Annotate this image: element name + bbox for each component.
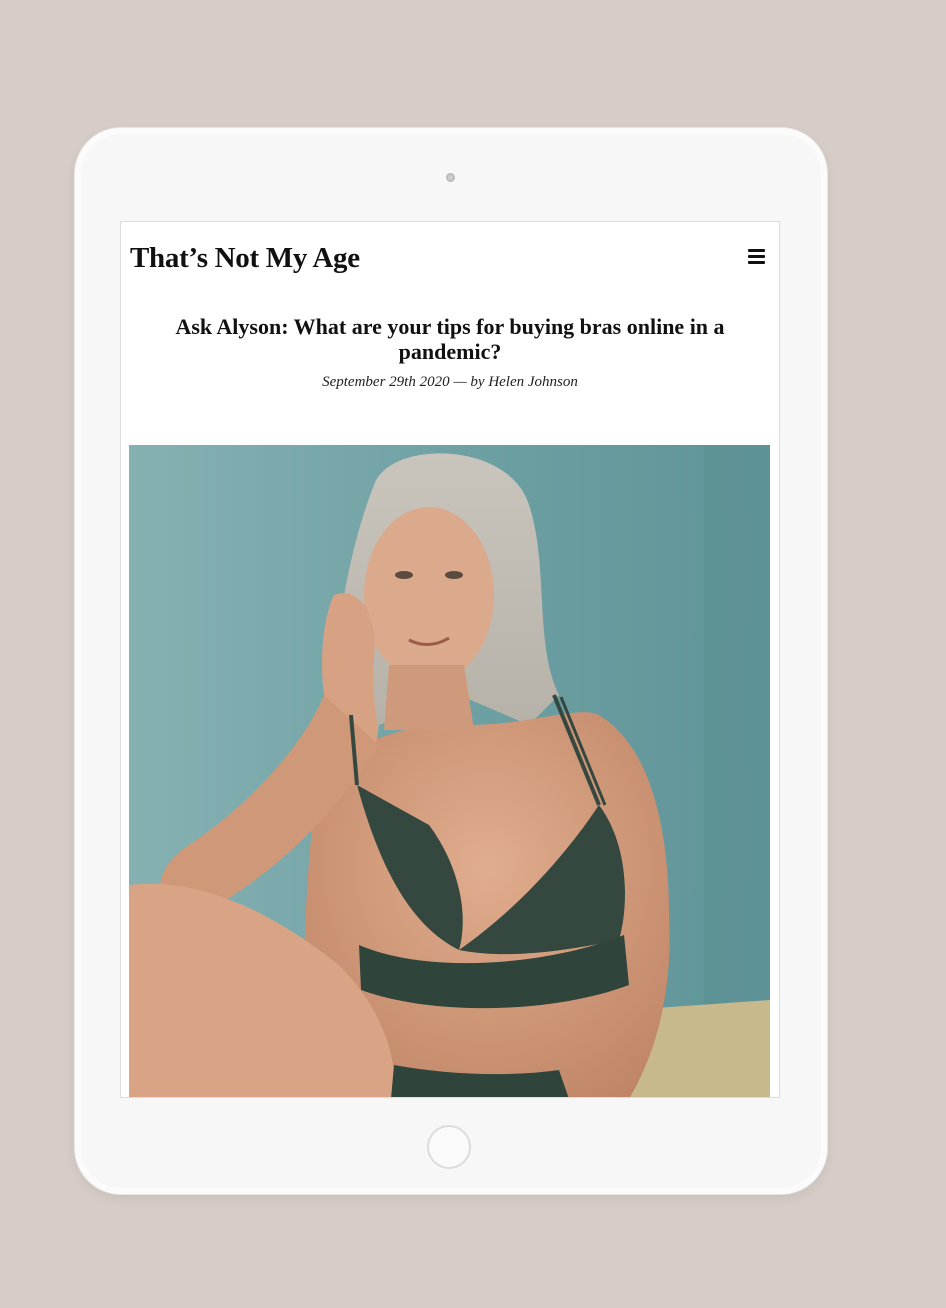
article-title: Ask Alyson: What are your tips for buyin… bbox=[175, 314, 725, 364]
tablet-device: That’s Not My Age Ask Alyson: What are y… bbox=[75, 128, 827, 1194]
site-title-link[interactable]: That’s Not My Age bbox=[130, 242, 360, 275]
hero-photo bbox=[129, 445, 770, 1097]
browser-screen: That’s Not My Age Ask Alyson: What are y… bbox=[120, 221, 780, 1098]
menu-line bbox=[748, 249, 765, 252]
home-button[interactable] bbox=[427, 1125, 471, 1169]
hamburger-menu-icon[interactable] bbox=[748, 249, 765, 264]
hero-image bbox=[129, 445, 770, 1097]
article-byline: September 29th 2020 — by Helen Johnson bbox=[322, 374, 578, 390]
front-camera bbox=[446, 173, 455, 182]
menu-line bbox=[748, 255, 765, 258]
site-header: That’s Not My Age bbox=[121, 222, 779, 298]
menu-line bbox=[748, 261, 765, 264]
